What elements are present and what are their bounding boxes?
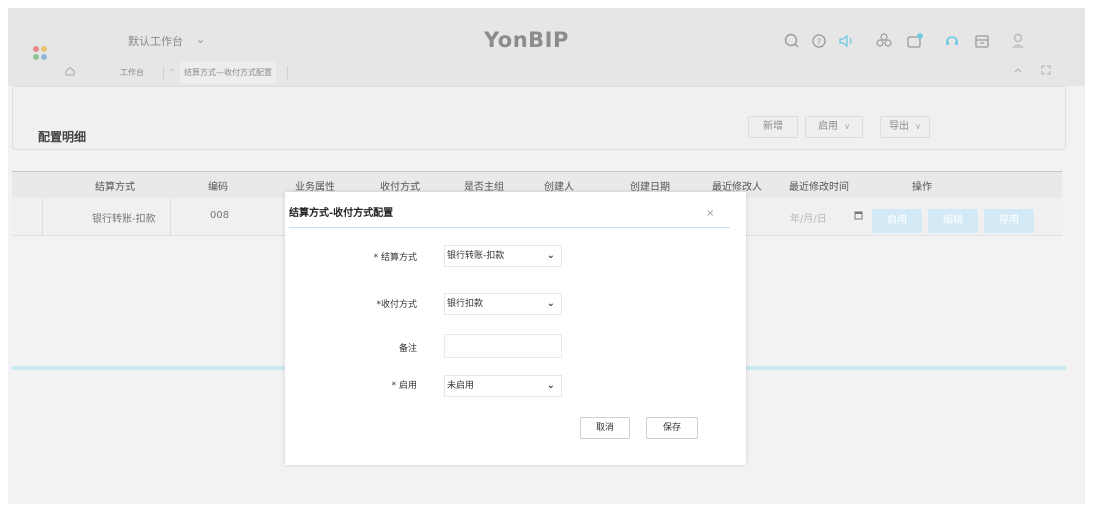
notification-sound-icon[interactable] — [836, 31, 856, 51]
message-icon[interactable] — [905, 31, 925, 51]
workspace-chevron-icon[interactable]: ⌄ — [196, 33, 205, 46]
chevron-down-icon: ∨ — [915, 122, 921, 131]
add-button-label: 新增 — [763, 121, 783, 132]
close-icon[interactable]: × — [706, 208, 714, 219]
enable-dropdown-button[interactable]: 启用 ∨ — [805, 116, 863, 138]
column-header[interactable]: 创建日期 — [630, 178, 670, 193]
cancel-button[interactable]: 取消 — [580, 417, 630, 439]
column-header[interactable]: 操作 — [912, 178, 932, 193]
row-enable-button[interactable]: 启用 — [872, 209, 922, 233]
add-button[interactable]: 新增 — [748, 116, 798, 138]
cell-code: 008 — [210, 210, 230, 221]
column-header[interactable]: 收付方式 — [380, 178, 420, 193]
settle-method-value: 银行转账-扣款 — [447, 251, 505, 261]
row-edit-button[interactable]: 编辑 — [928, 209, 978, 233]
chevron-down-icon: ⌄ — [546, 250, 555, 261]
column-header[interactable]: 编码 — [208, 178, 228, 193]
column-header[interactable]: 结算方式 — [95, 178, 135, 193]
chevron-down-icon: ∨ — [844, 122, 850, 131]
modal-title: 结算方式-收付方式配置 — [289, 208, 394, 219]
tab-divider — [287, 66, 288, 79]
pay-method-label: *收付方式 — [376, 300, 417, 310]
tab-workbench[interactable]: 工作台 — [116, 62, 148, 84]
settle-method-select[interactable]: 银行转账-扣款 ⌄ — [444, 245, 562, 267]
search-icon[interactable] — [782, 31, 802, 51]
enable-button-label: 启用 — [818, 121, 839, 132]
page-title: 配置明细 — [38, 130, 87, 144]
header-toolbar: ? — [782, 31, 1052, 51]
save-button[interactable]: 保存 — [646, 417, 698, 439]
remark-input[interactable] — [444, 334, 562, 358]
pay-method-value: 银行扣款 — [447, 299, 484, 309]
remark-label: 备注 — [398, 344, 417, 354]
column-header[interactable]: 业务属性 — [295, 178, 335, 193]
fullscreen-icon[interactable] — [1040, 64, 1052, 76]
export-dropdown-button[interactable]: 导出 ∨ — [880, 116, 930, 138]
column-header[interactable]: 是否主组 — [464, 178, 504, 193]
row-disable-button[interactable]: 停用 — [984, 209, 1034, 233]
svg-text:?: ? — [817, 38, 821, 47]
enable-value: 未启用 — [447, 381, 475, 391]
service-icon[interactable] — [942, 31, 962, 51]
date-field[interactable]: 年/月/日 — [790, 210, 827, 225]
chevron-up-icon[interactable] — [1012, 64, 1024, 76]
brand-logo: YonBIP — [484, 28, 569, 52]
cell-settle-method: 银行转账-扣款 — [92, 214, 156, 225]
chevron-down-icon: ⌄ — [546, 380, 555, 391]
home-icon[interactable] — [64, 65, 76, 77]
pay-method-select[interactable]: 银行扣款 ⌄ — [444, 293, 562, 315]
column-header[interactable]: 最近修改人 — [712, 178, 762, 193]
settle-method-label: * 结算方式 — [373, 253, 417, 263]
avatar-icon[interactable] — [1008, 31, 1028, 51]
tab-settlement-config[interactable]: 结算方式—收付方式配置 — [180, 62, 276, 84]
calendar-icon[interactable] — [972, 31, 992, 51]
modal-title-divider — [289, 227, 730, 228]
calendar-icon[interactable] — [854, 211, 863, 220]
chevron-down-icon: ⌄ — [546, 298, 555, 309]
column-header[interactable]: 创建人 — [544, 178, 574, 193]
cell-divider — [170, 198, 171, 236]
export-button-label: 导出 — [889, 121, 910, 132]
column-header[interactable]: 最近修改时间 — [789, 178, 849, 193]
apps-icon[interactable] — [874, 31, 894, 51]
enable-select[interactable]: 未启用 ⌄ — [444, 375, 562, 397]
enable-label: * 启用 — [391, 381, 417, 391]
help-icon[interactable]: ? — [809, 31, 829, 51]
tab-chevron-down-icon[interactable]: ⌄ — [168, 64, 176, 74]
cell-divider — [42, 198, 43, 236]
tab-divider — [163, 66, 164, 79]
workspace-title[interactable]: 默认工作台 — [128, 33, 183, 49]
